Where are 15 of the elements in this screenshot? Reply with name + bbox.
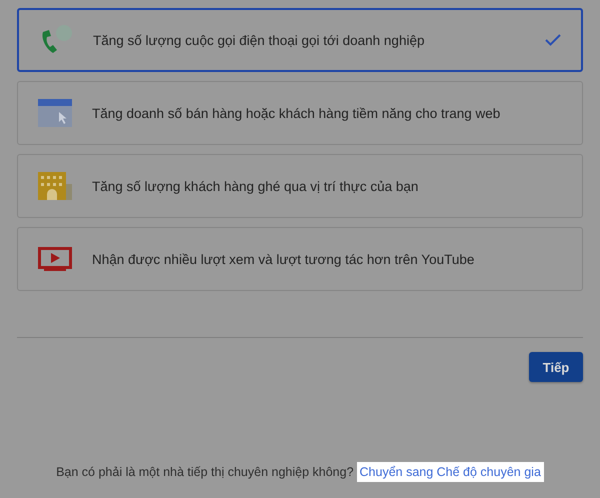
option-label: Tăng doanh số bán hàng hoặc khách hàng tiềm năng cho trang web	[92, 106, 502, 120]
next-button[interactable]: Tiếp	[529, 352, 583, 382]
option-label: Nhận được nhiều lượt xem và lượt tương tác hơn trên YouTube	[92, 252, 476, 266]
goal-option[interactable]: Tăng doanh số bán hàng hoặc khách hàng tiềm năng cho trang web	[17, 81, 583, 145]
goal-option[interactable]: Tăng số lượng cuộc gọi điện thoại gọi tới doanh nghiệp	[17, 8, 583, 72]
option-label: Tăng số lượng khách hàng ghé qua vị trí thực của bạn	[92, 178, 420, 194]
building-icon	[38, 172, 72, 200]
checkmark-icon	[545, 34, 561, 46]
video-play-icon	[38, 247, 72, 271]
option-label: Tăng số lượng cuộc gọi điện thoại gọi tới doanh nghiệp	[93, 32, 426, 48]
expert-mode-link[interactable]: Chuyển sang Chế độ chuyên gia	[356, 462, 544, 482]
goal-option[interactable]: Tăng số lượng khách hàng ghé qua vị trí thực của bạn	[17, 154, 583, 218]
goal-option[interactable]: Nhận được nhiều lượt xem và lượt tương tác hơn trên YouTube	[17, 227, 583, 291]
expert-question: Bạn có phải là một nhà tiếp thị chuyên nghiệp không?	[56, 465, 354, 479]
browser-window-icon	[38, 99, 72, 127]
